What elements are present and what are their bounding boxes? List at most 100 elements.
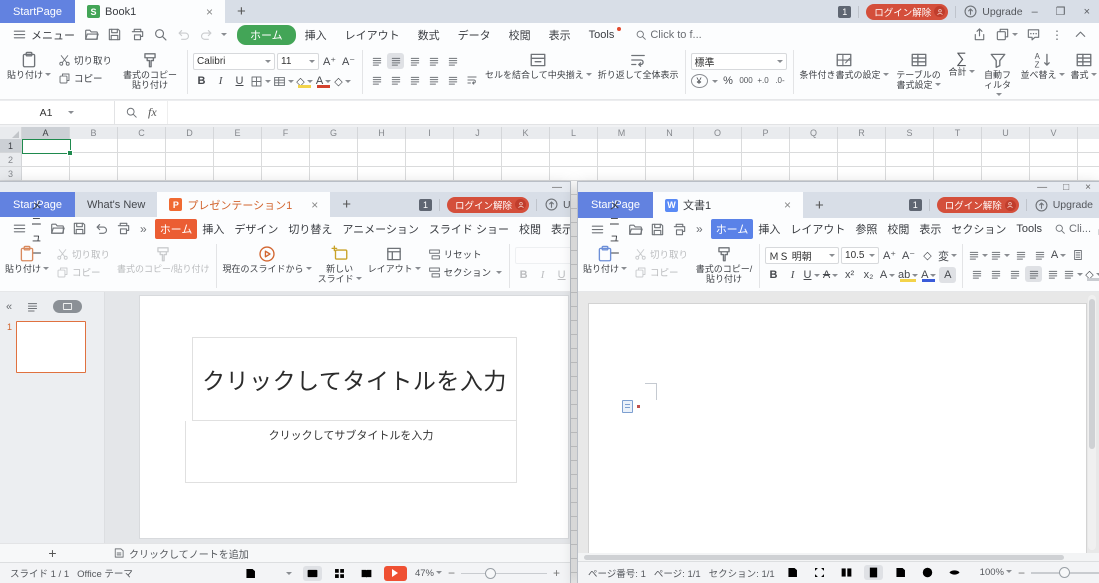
merge-center-button[interactable]: セルを結合して中央揃え <box>482 48 595 80</box>
close-button[interactable]: × <box>1075 6 1099 18</box>
format-painter-button[interactable]: 書式のコピー/ 貼り付け <box>692 242 756 284</box>
insert-function-icon[interactable]: fx <box>148 105 157 120</box>
ribbon-search[interactable]: Click to f... <box>635 29 701 41</box>
draw-border-button[interactable] <box>273 73 294 89</box>
column-header[interactable]: M <box>598 127 646 139</box>
format-painter-button[interactable]: 書式のコピー/貼り付け <box>114 242 213 274</box>
column-header[interactable]: U <box>982 127 1030 139</box>
pp-tab-document[interactable]: P プレゼンテーション1 × <box>157 192 330 217</box>
web-layout-view-icon[interactable] <box>918 565 937 580</box>
print-button[interactable] <box>127 25 148 44</box>
increase-decimal-button[interactable]: +.0 <box>756 77 771 85</box>
section-button[interactable]: セクション <box>426 265 505 279</box>
two-page-view-icon[interactable] <box>837 565 856 580</box>
title-placeholder[interactable]: クリックしてタイトルを入力 <box>192 337 517 421</box>
wr-tab-document[interactable]: W 文書1 × <box>653 192 803 218</box>
row-header[interactable]: 2 <box>0 153 21 167</box>
ribbon-tab[interactable]: 参照 <box>850 219 882 239</box>
ribbon-tab[interactable]: デザイン <box>229 219 283 239</box>
format-painter-button[interactable]: 書式のコピー 貼り付け <box>116 48 184 90</box>
underline-button[interactable]: U <box>231 73 248 89</box>
collapse-panel-icon[interactable]: « <box>6 301 12 313</box>
reset-button[interactable]: リセット <box>426 247 505 261</box>
align-right-icon[interactable] <box>1006 266 1023 282</box>
ribbon-tab[interactable]: Tools <box>580 27 624 43</box>
slide-view-toggle[interactable] <box>53 300 82 313</box>
minimize-button[interactable]: – <box>1023 6 1047 18</box>
ribbon-tab[interactable]: レイアウト <box>336 25 409 45</box>
pp-tab-whatsnew[interactable]: What's New <box>75 192 157 217</box>
superscript-button[interactable]: x² <box>841 267 858 283</box>
column-header[interactable]: J <box>454 127 502 139</box>
ribbon-tab[interactable]: ホーム <box>237 25 296 45</box>
comment-button[interactable] <box>1023 25 1044 44</box>
column-header[interactable]: P <box>742 127 790 139</box>
row-header[interactable]: 3 <box>0 167 21 181</box>
fill-color-button[interactable]: ◇ <box>296 73 313 89</box>
minimize-button[interactable]: — <box>544 183 570 192</box>
number-format-select[interactable]: 標準 <box>691 53 787 70</box>
column-header[interactable]: G <box>310 127 358 139</box>
slide-thumbnail-row[interactable]: 1 <box>0 319 104 375</box>
share-button[interactable] <box>969 25 990 44</box>
numbering-button[interactable] <box>990 247 1010 263</box>
add-slide-button[interactable]: + <box>0 545 105 561</box>
orientation-icon[interactable] <box>463 72 480 88</box>
font-color-button[interactable]: A <box>920 267 937 283</box>
ribbon-tab[interactable]: ホーム <box>711 219 754 239</box>
italic-button[interactable]: I <box>784 267 801 283</box>
horizontal-scrollbar[interactable] <box>578 553 1099 561</box>
open-button[interactable] <box>47 219 68 238</box>
more-quick-actions-icon[interactable]: » <box>135 222 152 236</box>
sort-button[interactable]: 並べ替え <box>1018 48 1068 80</box>
decrease-indent-icon[interactable] <box>1012 247 1029 263</box>
save-button[interactable] <box>69 219 90 238</box>
column-header[interactable]: F <box>262 127 310 139</box>
column-header[interactable]: H <box>358 127 406 139</box>
bullets-button[interactable] <box>968 247 988 263</box>
underline-button[interactable]: U <box>553 267 570 283</box>
minimize-button[interactable]: — <box>1029 183 1055 192</box>
slide[interactable]: クリックしてタイトルを入力 クリックしてサブタイトルを入力 <box>140 296 568 538</box>
copy-button[interactable]: コピー <box>54 265 112 279</box>
main-menu-button[interactable]: メニュー <box>8 27 79 43</box>
upgrade-button[interactable]: Upgrade <box>1034 198 1099 213</box>
ribbon-tab[interactable]: 表示 <box>546 219 570 239</box>
justify-icon[interactable] <box>1025 266 1042 282</box>
more-quick-actions-icon[interactable]: » <box>691 222 708 236</box>
ribbon-tab[interactable]: ホーム <box>155 219 198 239</box>
new-tab-button[interactable]: + <box>803 192 836 218</box>
percent-button[interactable]: % <box>720 73 737 89</box>
zoom-slider[interactable] <box>461 568 547 579</box>
close-tab-icon[interactable]: × <box>192 5 213 19</box>
ribbon-tab[interactable]: セクション <box>946 219 1011 239</box>
currency-dropdown-icon[interactable] <box>712 80 718 83</box>
name-box[interactable]: A1 <box>0 101 115 124</box>
align-bottom-icon[interactable] <box>406 53 423 69</box>
zoom-out-button[interactable]: − <box>448 566 455 580</box>
format-as-table-button[interactable]: テーブルの書式設定 <box>892 48 946 90</box>
column-header[interactable]: C <box>118 127 166 139</box>
increase-indent-icon[interactable] <box>444 53 461 69</box>
currency-button[interactable]: ¥ <box>691 74 708 88</box>
font-size-select[interactable]: 10.5 <box>841 247 879 264</box>
layout-button[interactable]: レイアウト <box>365 242 424 274</box>
zoom-out-button[interactable]: − <box>1018 566 1025 580</box>
decrease-font-icon[interactable]: A⁻ <box>900 248 917 264</box>
justify-icon[interactable] <box>425 72 442 88</box>
from-current-slide-button[interactable]: 現在のスライドから <box>220 242 315 274</box>
bold-button[interactable]: B <box>765 267 782 283</box>
borders-button[interactable] <box>250 73 271 89</box>
formula-input[interactable] <box>168 101 1099 124</box>
scrollbar-thumb[interactable] <box>1089 299 1095 449</box>
new-tab-button[interactable]: + <box>330 192 363 217</box>
clear-format-button[interactable]: ◇ <box>334 73 351 89</box>
document-area[interactable] <box>578 292 1099 553</box>
paste-button[interactable]: 貼り付け <box>4 48 54 80</box>
shading-button[interactable]: ◇ <box>1085 266 1099 282</box>
column-header[interactable]: N <box>646 127 694 139</box>
ss-tab-startpage[interactable]: StartPage <box>0 0 75 23</box>
open-button[interactable] <box>81 25 102 44</box>
char-scale-button[interactable]: A <box>1050 247 1067 263</box>
ribbon-tab[interactable]: 数式 <box>409 25 449 45</box>
